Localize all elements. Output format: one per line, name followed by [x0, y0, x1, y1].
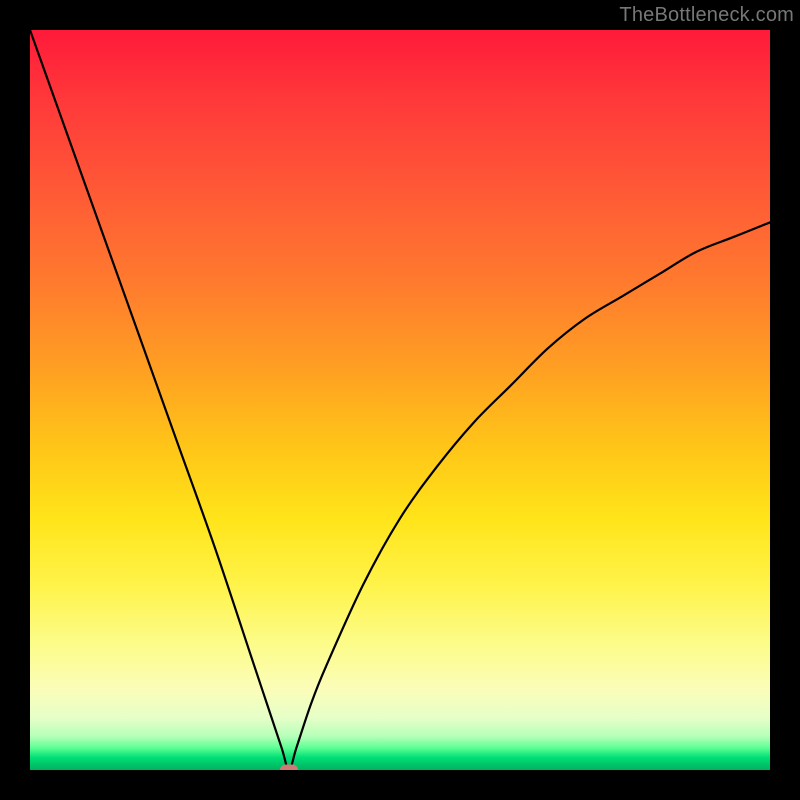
curve-svg	[30, 30, 770, 770]
watermark-text: TheBottleneck.com	[619, 4, 794, 27]
plot-area	[30, 30, 770, 770]
optimal-marker	[280, 765, 298, 771]
bottleneck-curve	[30, 30, 770, 770]
chart-frame: TheBottleneck.com	[0, 0, 800, 800]
